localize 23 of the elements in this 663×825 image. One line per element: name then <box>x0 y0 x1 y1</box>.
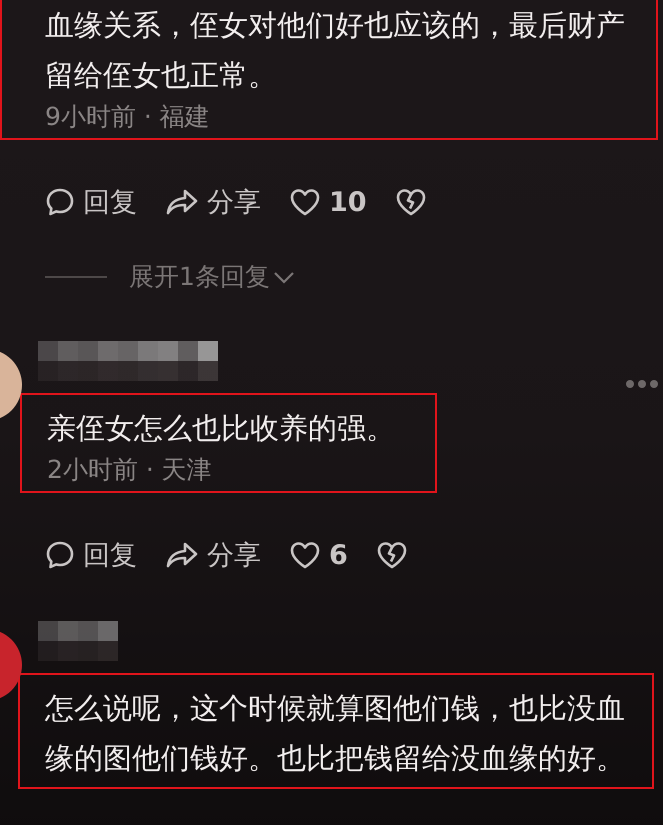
dislike-button[interactable] <box>394 187 427 217</box>
comment-text: 血缘关系，侄女对他们好也应该的，最后财产留给侄女也正常。 <box>45 7 626 94</box>
reply-button[interactable]: 回复 <box>45 184 137 220</box>
share-arrow-icon <box>165 540 199 570</box>
more-icon[interactable] <box>625 379 659 389</box>
comment-bubble-icon <box>45 187 75 217</box>
dislike-button[interactable] <box>376 540 408 570</box>
comment-meta: 9小时前 · 福建 <box>45 101 211 133</box>
comment-text: 怎么说呢，这个时候就算图他们钱，也比没血缘的图他们钱好。也比把钱留给没血缘的好。 <box>45 690 626 777</box>
expand-replies-link[interactable]: 展开1条回复 <box>129 260 296 293</box>
like-button[interactable]: 10 <box>289 186 367 218</box>
heart-icon <box>289 540 321 570</box>
broken-heart-icon <box>394 187 427 217</box>
share-button[interactable]: 分享 <box>165 184 261 220</box>
share-arrow-icon <box>165 187 199 217</box>
reply-button[interactable]: 回复 <box>45 537 137 573</box>
comment-text: 亲侄女怎么也比收养的强。 <box>47 410 395 447</box>
broken-heart-icon <box>376 540 408 570</box>
share-button[interactable]: 分享 <box>165 537 261 573</box>
comment-bubble-icon <box>45 540 75 570</box>
heart-icon <box>289 187 321 217</box>
like-button[interactable]: 6 <box>289 540 348 570</box>
comment-meta: 2小时前 · 天津 <box>47 454 213 486</box>
